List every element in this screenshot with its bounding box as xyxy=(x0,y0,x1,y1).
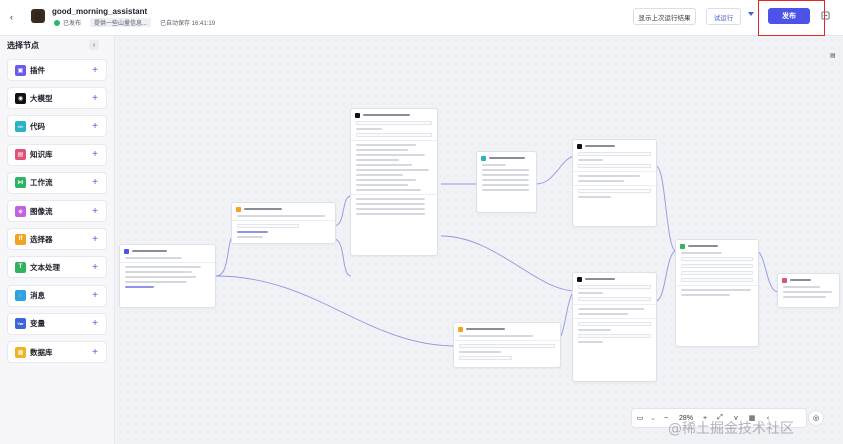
app-description: 提供一些山量信息... xyxy=(90,18,152,27)
llm-node[interactable] xyxy=(350,108,438,256)
text-icon: T xyxy=(15,261,26,273)
node-item-text[interactable]: T 文本处理 + xyxy=(7,256,107,279)
add-node-icon[interactable]: + xyxy=(92,121,98,132)
collapse-panel-button[interactable]: ‹ xyxy=(89,40,99,50)
selector-icon: If xyxy=(15,233,26,245)
plugin-node[interactable] xyxy=(231,202,336,244)
start-node[interactable] xyxy=(119,244,216,308)
app-status-row: 已发布 提供一些山量信息... 已自动保存 16:41:19 xyxy=(54,18,215,27)
add-node-icon[interactable]: + xyxy=(92,177,98,188)
workflow-canvas[interactable] xyxy=(116,36,843,444)
autosave-status: 已自动保存 16:41:19 xyxy=(160,21,216,27)
node-item-label: 大模型 xyxy=(30,93,53,103)
add-node-icon[interactable]: + xyxy=(92,206,98,217)
app-name: good_morning_assistant xyxy=(52,7,148,16)
node-item-image-flow[interactable]: ◈ 图像流 + xyxy=(7,200,107,222)
node-item-label: 数据库 xyxy=(30,347,53,357)
node-panel: 选择节点 ‹ ▣ 插件 + ◉ 大模型 + </> 代码 + ▤ 知识库 + ⋈ 工作流 + ◈ 图像流 + If 选… xyxy=(0,36,115,444)
node-item-selector[interactable]: If 选择器 + xyxy=(7,228,107,251)
test-run-button[interactable]: 试运行 xyxy=(706,8,741,25)
add-node-icon[interactable]: + xyxy=(92,93,98,104)
node-item-label: 变量 xyxy=(30,319,45,329)
panel-title: 选择节点 xyxy=(7,41,39,50)
node-item-plugin[interactable]: ▣ 插件 + xyxy=(7,59,107,81)
code-node[interactable] xyxy=(476,151,537,213)
node-item-label: 工作流 xyxy=(30,178,53,188)
minimap-icon[interactable]: ▭ xyxy=(632,414,648,422)
add-node-icon[interactable]: + xyxy=(92,290,98,301)
node-item-label: 文本处理 xyxy=(30,262,60,272)
watermark: @稀土掘金技术社区 xyxy=(668,421,794,437)
plugin-node-2[interactable] xyxy=(453,322,561,368)
node-item-database[interactable]: ▦ 数据库 + xyxy=(7,341,107,363)
llm-node-2[interactable] xyxy=(572,139,657,227)
message-icon: ◌ xyxy=(15,290,26,302)
knowledge-icon: ▤ xyxy=(15,149,26,161)
add-node-icon[interactable]: + xyxy=(92,262,98,273)
node-item-llm[interactable]: ◉ 大模型 + xyxy=(7,87,107,110)
node-item-label: 代码 xyxy=(30,121,45,131)
node-item-label: 插件 xyxy=(30,65,45,75)
add-node-icon[interactable]: + xyxy=(92,149,98,160)
top-header: ‹ 😊 good_morning_assistant 已发布 提供一些山量信息.… xyxy=(0,0,843,36)
comment-icon[interactable]: ▤ xyxy=(830,52,838,60)
chevron-down-icon[interactable]: ⌄ xyxy=(648,414,658,422)
chevron-left-icon[interactable]: ‹ xyxy=(10,12,13,22)
node-item-label: 知识库 xyxy=(30,150,53,160)
published-status: 已发布 xyxy=(54,18,81,27)
node-item-label: 消息 xyxy=(30,291,45,301)
database-icon: ▦ xyxy=(15,346,26,358)
plugin-icon: ▣ xyxy=(15,64,26,76)
text-process-node[interactable] xyxy=(675,239,759,347)
add-node-icon[interactable]: + xyxy=(92,347,98,358)
llm-icon: ◉ xyxy=(15,92,26,104)
show-last-run-button[interactable]: 显示上次运行结果 xyxy=(633,8,696,25)
image-flow-icon: ◈ xyxy=(15,205,26,217)
llm-node-3[interactable] xyxy=(572,272,657,382)
workflow-icon: ⋈ xyxy=(15,177,26,189)
annotation-highlight-box xyxy=(758,0,825,36)
node-item-workflow[interactable]: ⋈ 工作流 + xyxy=(7,171,107,194)
node-item-label: 图像流 xyxy=(30,206,53,216)
node-item-label: 选择器 xyxy=(30,234,53,244)
variable-icon: Var xyxy=(15,318,26,330)
add-node-icon[interactable]: + xyxy=(92,318,98,329)
node-item-variable[interactable]: Var 变量 + xyxy=(7,312,107,335)
node-item-message[interactable]: ◌ 消息 + xyxy=(7,284,107,307)
code-icon: </> xyxy=(15,120,26,132)
add-node-icon[interactable]: + xyxy=(92,65,98,76)
app-avatar: 😊 xyxy=(31,9,45,23)
node-item-code[interactable]: </> 代码 + xyxy=(7,115,107,138)
add-node-icon[interactable]: + xyxy=(92,234,98,245)
more-icon[interactable] xyxy=(821,11,830,20)
focus-icon[interactable]: ◎ xyxy=(808,410,824,426)
end-node[interactable] xyxy=(777,273,840,308)
check-icon xyxy=(54,20,60,27)
node-item-knowledge[interactable]: ▤ 知识库 + xyxy=(7,143,107,166)
chevron-down-icon[interactable] xyxy=(748,12,754,16)
